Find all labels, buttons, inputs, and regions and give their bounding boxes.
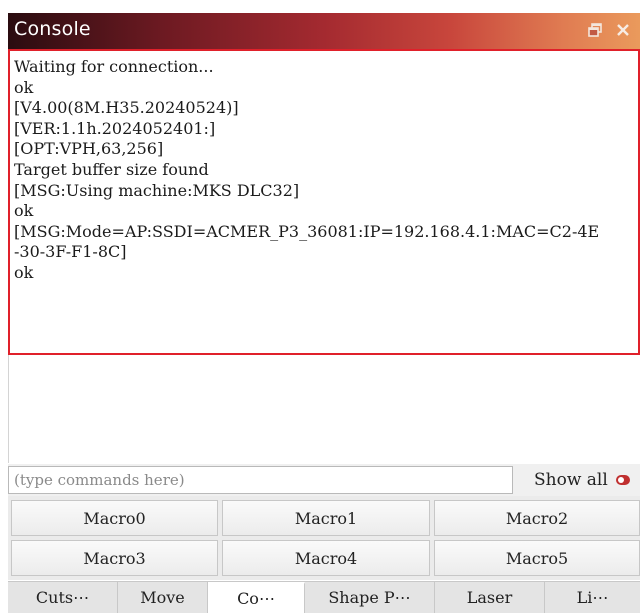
console-output[interactable]: Waiting for connection... ok [V4.00(8M.H… (8, 49, 640, 355)
console-line: Target buffer size found (14, 159, 209, 179)
tab-cuts[interactable]: Cuts⋯ (8, 582, 118, 613)
close-icon[interactable] (612, 19, 634, 41)
show-all-toggle[interactable]: Show all (522, 466, 640, 494)
macro1-button[interactable]: Macro1 (222, 500, 430, 536)
console-title-bar[interactable]: Console (8, 13, 640, 49)
console-line: [VER:1.1h.2024052401:] (14, 118, 216, 138)
tab-shape-properties[interactable]: Shape P⋯ (305, 582, 435, 613)
command-input[interactable] (8, 466, 513, 494)
window-title: Console (14, 18, 91, 40)
console-line: Waiting for connection... (14, 57, 214, 76)
macro0-button[interactable]: Macro0 (11, 500, 218, 536)
macro3-button[interactable]: Macro3 (11, 540, 218, 576)
tab-laser[interactable]: Laser (435, 582, 545, 613)
toggle-switch-icon[interactable] (615, 475, 630, 485)
macro2-button[interactable]: Macro2 (434, 500, 640, 536)
show-all-label: Show all (534, 470, 608, 490)
console-line: ok (14, 201, 34, 221)
macro4-button[interactable]: Macro4 (222, 540, 430, 576)
tab-library[interactable]: Li⋯ (545, 582, 640, 613)
console-line: [MSG:Using machine:MKS DLC32] (14, 180, 300, 200)
tab-move[interactable]: Move (118, 582, 208, 613)
console-line: ok (14, 262, 34, 282)
console-line: [MSG:Mode=AP:SSDI=ACMER_P3_36081:IP=192.… (14, 221, 600, 241)
console-line: ok (14, 77, 34, 97)
console-empty-space (8, 355, 640, 463)
float-window-icon[interactable] (584, 19, 606, 41)
macro-buttons: Macro0 Macro1 Macro2 Macro3 Macro4 Macro… (8, 496, 640, 580)
tab-console[interactable]: Co⋯ (208, 582, 305, 613)
command-row: Show all (8, 464, 640, 496)
macro5-button[interactable]: Macro5 (434, 540, 640, 576)
console-line: [OPT:VPH,63,256] (14, 139, 164, 159)
console-line: [V4.00(8M.H35.20240524)] (14, 98, 239, 118)
panel-tabs: Cuts⋯ Move Co⋯ Shape P⋯ Laser Li⋯ (8, 581, 640, 613)
console-line: -30-3F-F1-8C] (14, 242, 127, 262)
